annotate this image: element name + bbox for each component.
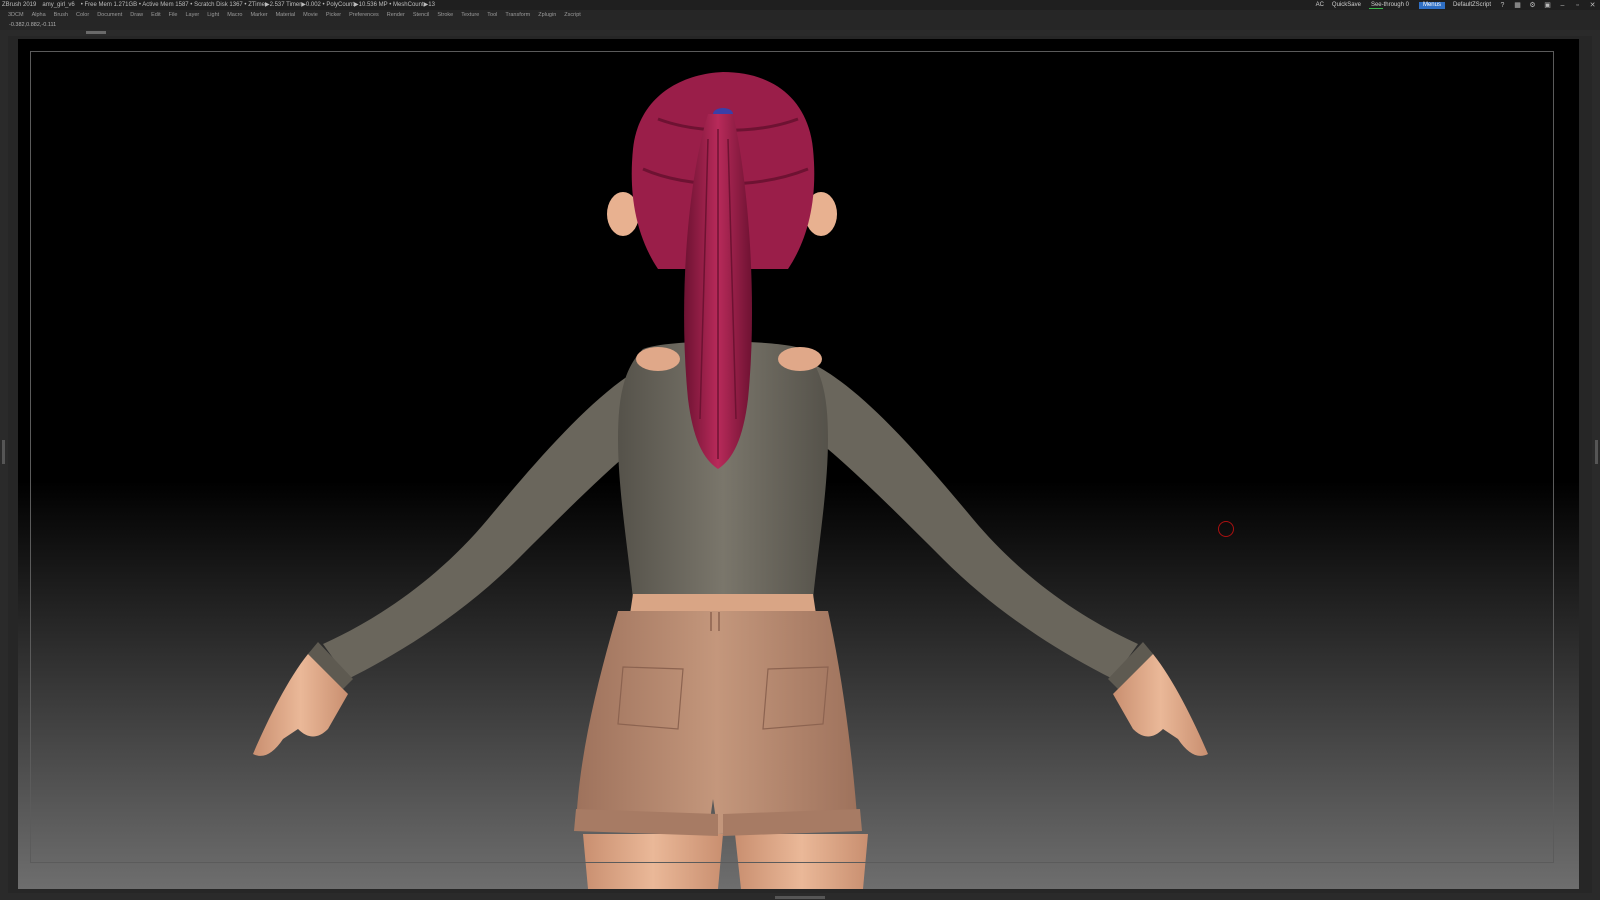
menu-item-brush[interactable]: Brush [54,10,68,20]
brush-cursor-circle [1218,521,1234,537]
layout-icon[interactable]: ▦ [1514,2,1521,9]
title-bar: ZBrush 2019 amy_girl_v6 • Free Mem 1.271… [0,0,1600,10]
legs [583,834,868,889]
document-canvas[interactable] [18,39,1579,889]
bottom-shelf-handle[interactable] [775,896,825,899]
menu-item-tool[interactable]: Tool [487,10,497,20]
coords-readout: -0.382,0.882,-0.111 [9,22,57,28]
quicksave-button[interactable]: QuickSave [1332,0,1361,10]
menu-item-movie[interactable]: Movie [303,10,318,20]
help-icon[interactable]: ? [1499,2,1506,9]
menu-item-macro[interactable]: Macro [227,10,242,20]
menu-item-color[interactable]: Color [76,10,89,20]
menu-item-render[interactable]: Render [387,10,405,20]
menu-item-edit[interactable]: Edit [151,10,160,20]
left-tray-handle[interactable] [2,440,5,464]
gear-icon[interactable]: ⚙ [1529,2,1536,9]
menu-item-material[interactable]: Material [276,10,296,20]
canvas-frame [8,36,1592,893]
menu-item-picker[interactable]: Picker [326,10,341,20]
top-shelf-handle[interactable] [86,31,106,34]
left-shoulder-cutout [636,347,680,371]
file-name: amy_girl_v6 [42,2,75,8]
minimize-icon[interactable]: – [1559,2,1566,9]
menu-items: 3DCM Alpha Brush Color Document Draw Edit File L… [8,10,581,20]
default-zscript-button[interactable]: DefaultZScript [1453,0,1491,10]
menu-item-transform[interactable]: Transform [505,10,530,20]
menu-item-stroke[interactable]: Stroke [437,10,453,20]
see-through-slider[interactable]: See-through 0 [1368,0,1411,10]
maximize-icon[interactable]: ▫ [1574,2,1581,9]
menu-bar: 3DCM Alpha Brush Color Document Draw Edit File L… [0,10,1600,20]
menu-item-texture[interactable]: Texture [461,10,479,20]
close-icon[interactable]: ✕ [1589,2,1596,9]
menus-button[interactable]: Menus [1418,1,1445,9]
coords-bar: -0.382,0.882,-0.111 [0,20,1600,30]
right-tray-handle[interactable] [1595,440,1598,464]
menu-item-layer[interactable]: Layer [185,10,199,20]
menu-item-zplugin[interactable]: Zplugin [538,10,556,20]
right-shoulder-cutout [778,347,822,371]
menu-item-draw[interactable]: Draw [130,10,143,20]
menu-item-preferences[interactable]: Preferences [349,10,379,20]
menu-item-document[interactable]: Document [97,10,122,20]
see-through-bar [1368,8,1383,9]
app-title: ZBrush 2019 [2,2,37,8]
right-arm [803,364,1208,756]
menu-item-file[interactable]: File [169,10,178,20]
ac-button[interactable]: AC [1316,0,1324,10]
lock-icon[interactable]: ▣ [1544,2,1551,9]
character-model [253,72,1208,889]
menu-item-light[interactable]: Light [207,10,219,20]
menu-item-zscript[interactable]: Zscript [564,10,581,20]
menu-item-stencil[interactable]: Stencil [413,10,430,20]
menu-item-marker[interactable]: Marker [250,10,267,20]
menu-item-3dcm[interactable]: 3DCM [8,10,24,20]
menu-item-alpha[interactable]: Alpha [32,10,46,20]
stats-readout: • Free Mem 1.271GB • Active Mem 1587 • S… [80,2,435,8]
